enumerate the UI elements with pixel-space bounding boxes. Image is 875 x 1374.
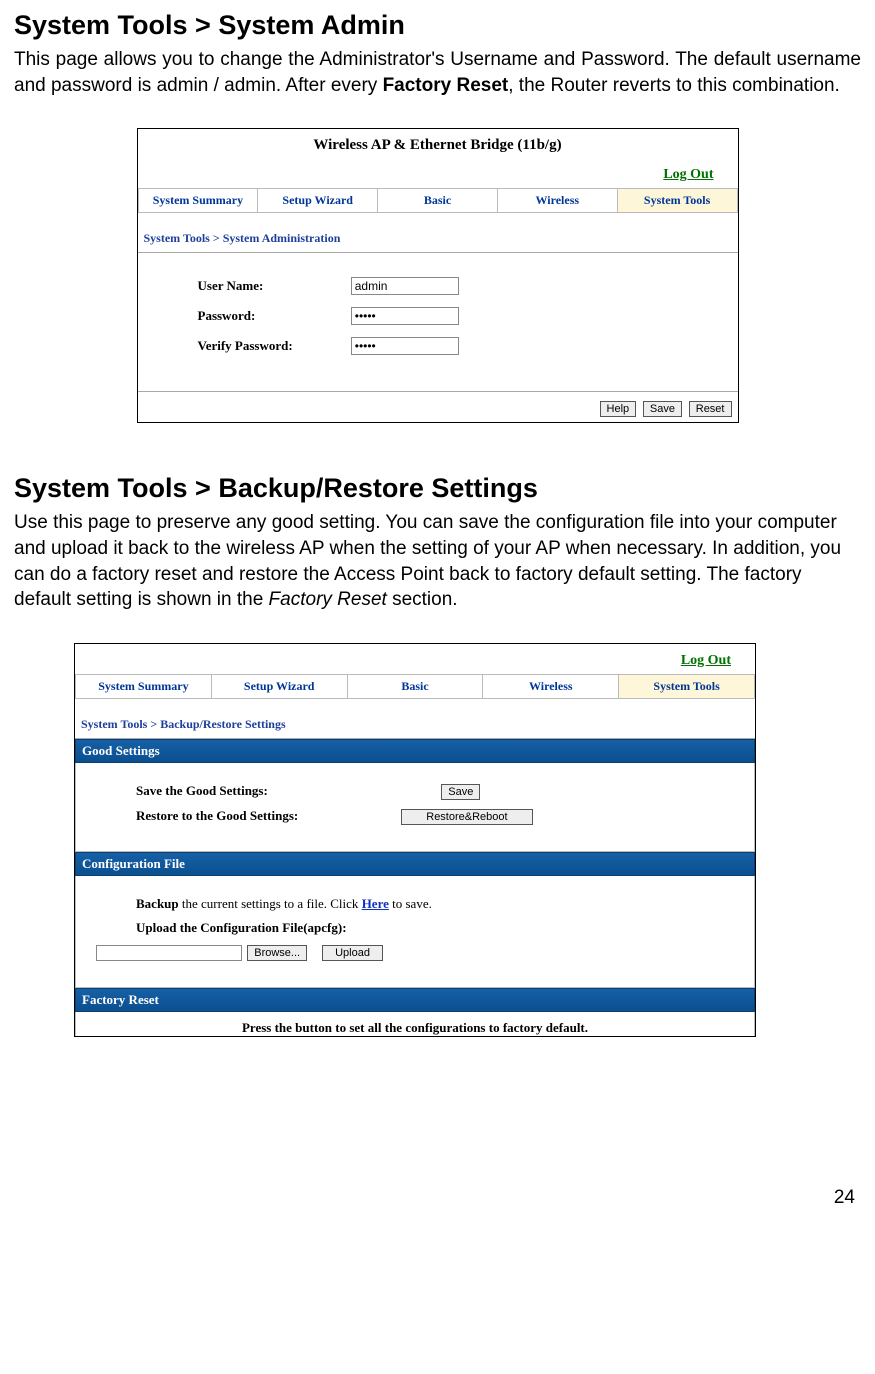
screenshot-system-admin: Wireless AP & Ethernet Bridge (11b/g) Lo… xyxy=(137,128,739,423)
factory-reset-body: Press the button to set all the configur… xyxy=(75,1012,755,1036)
browse-button[interactable]: Browse... xyxy=(247,945,307,961)
page-number: 24 xyxy=(14,1187,861,1209)
backup-here-link[interactable]: Here xyxy=(362,896,389,911)
shot2-breadcrumb: System Tools > Backup/Restore Settings xyxy=(75,699,755,739)
section1-para: This page allows you to change the Admin… xyxy=(14,47,861,98)
logout-link-2[interactable]: Log Out xyxy=(681,653,731,668)
section2-heading: System Tools > Backup/Restore Settings xyxy=(14,473,861,504)
shot1-tabs: System Summary Setup Wizard Basic Wirele… xyxy=(138,188,738,213)
verify-password-input[interactable] xyxy=(351,337,459,355)
tab2-system-tools[interactable]: System Tools xyxy=(619,674,755,698)
good-settings-body: Save the Good Settings: Save Restore to … xyxy=(75,763,755,852)
section2-para-tail: section. xyxy=(387,589,458,610)
tab-system-summary[interactable]: System Summary xyxy=(138,189,258,213)
save-good-label: Save the Good Settings: xyxy=(136,783,436,799)
tab2-wireless[interactable]: Wireless xyxy=(483,674,619,698)
tab-wireless[interactable]: Wireless xyxy=(497,189,617,213)
shot1-title: Wireless AP & Ethernet Bridge (11b/g) xyxy=(138,129,738,158)
reset-button[interactable]: Reset xyxy=(689,401,732,417)
verify-password-label: Verify Password: xyxy=(198,338,348,354)
configuration-file-body: Backup the current settings to a file. C… xyxy=(75,876,755,988)
factory-reset-bar: Factory Reset xyxy=(75,988,755,1012)
tab2-system-summary[interactable]: System Summary xyxy=(76,674,212,698)
upload-button[interactable]: Upload xyxy=(322,945,383,961)
password-input[interactable] xyxy=(351,307,459,325)
configuration-file-bar: Configuration File xyxy=(75,852,755,876)
section2-para: Use this page to preserve any good setti… xyxy=(14,510,861,613)
tab2-setup-wizard[interactable]: Setup Wizard xyxy=(211,674,347,698)
save-button[interactable]: Save xyxy=(643,401,682,417)
tab-basic[interactable]: Basic xyxy=(378,189,498,213)
logout-link[interactable]: Log Out xyxy=(663,167,713,182)
upload-label: Upload the Configuration File(apcfg): xyxy=(136,920,734,936)
tab-setup-wizard[interactable]: Setup Wizard xyxy=(258,189,378,213)
user-name-label: User Name: xyxy=(198,278,348,294)
section1-para-b: , the Router reverts to this combination… xyxy=(508,75,840,96)
backup-bold: Backup xyxy=(136,896,179,911)
file-path-input[interactable] xyxy=(96,945,242,961)
restore-reboot-button[interactable]: Restore&Reboot xyxy=(401,809,532,825)
shot1-breadcrumb: System Tools > System Administration xyxy=(138,213,738,253)
screenshot-backup-restore: Log Out System Summary Setup Wizard Basi… xyxy=(74,643,756,1037)
password-label: Password: xyxy=(198,308,348,324)
section1-para-bold: Factory Reset xyxy=(383,75,509,96)
user-name-input[interactable] xyxy=(351,277,459,295)
section2-para-italic: Factory Reset xyxy=(269,589,387,610)
restore-good-label: Restore to the Good Settings: xyxy=(136,808,396,824)
help-button[interactable]: Help xyxy=(600,401,637,417)
backup-tail: to save. xyxy=(389,896,432,911)
good-settings-bar: Good Settings xyxy=(75,739,755,763)
factory-reset-text: Press the button to set all the configur… xyxy=(96,1020,734,1036)
shot2-tabs: System Summary Setup Wizard Basic Wirele… xyxy=(75,674,755,699)
backup-mid: the current settings to a file. Click xyxy=(179,896,362,911)
save-good-button[interactable]: Save xyxy=(441,784,480,800)
tab-system-tools[interactable]: System Tools xyxy=(617,189,737,213)
section1-heading: System Tools > System Admin xyxy=(14,10,861,41)
tab2-basic[interactable]: Basic xyxy=(347,674,483,698)
